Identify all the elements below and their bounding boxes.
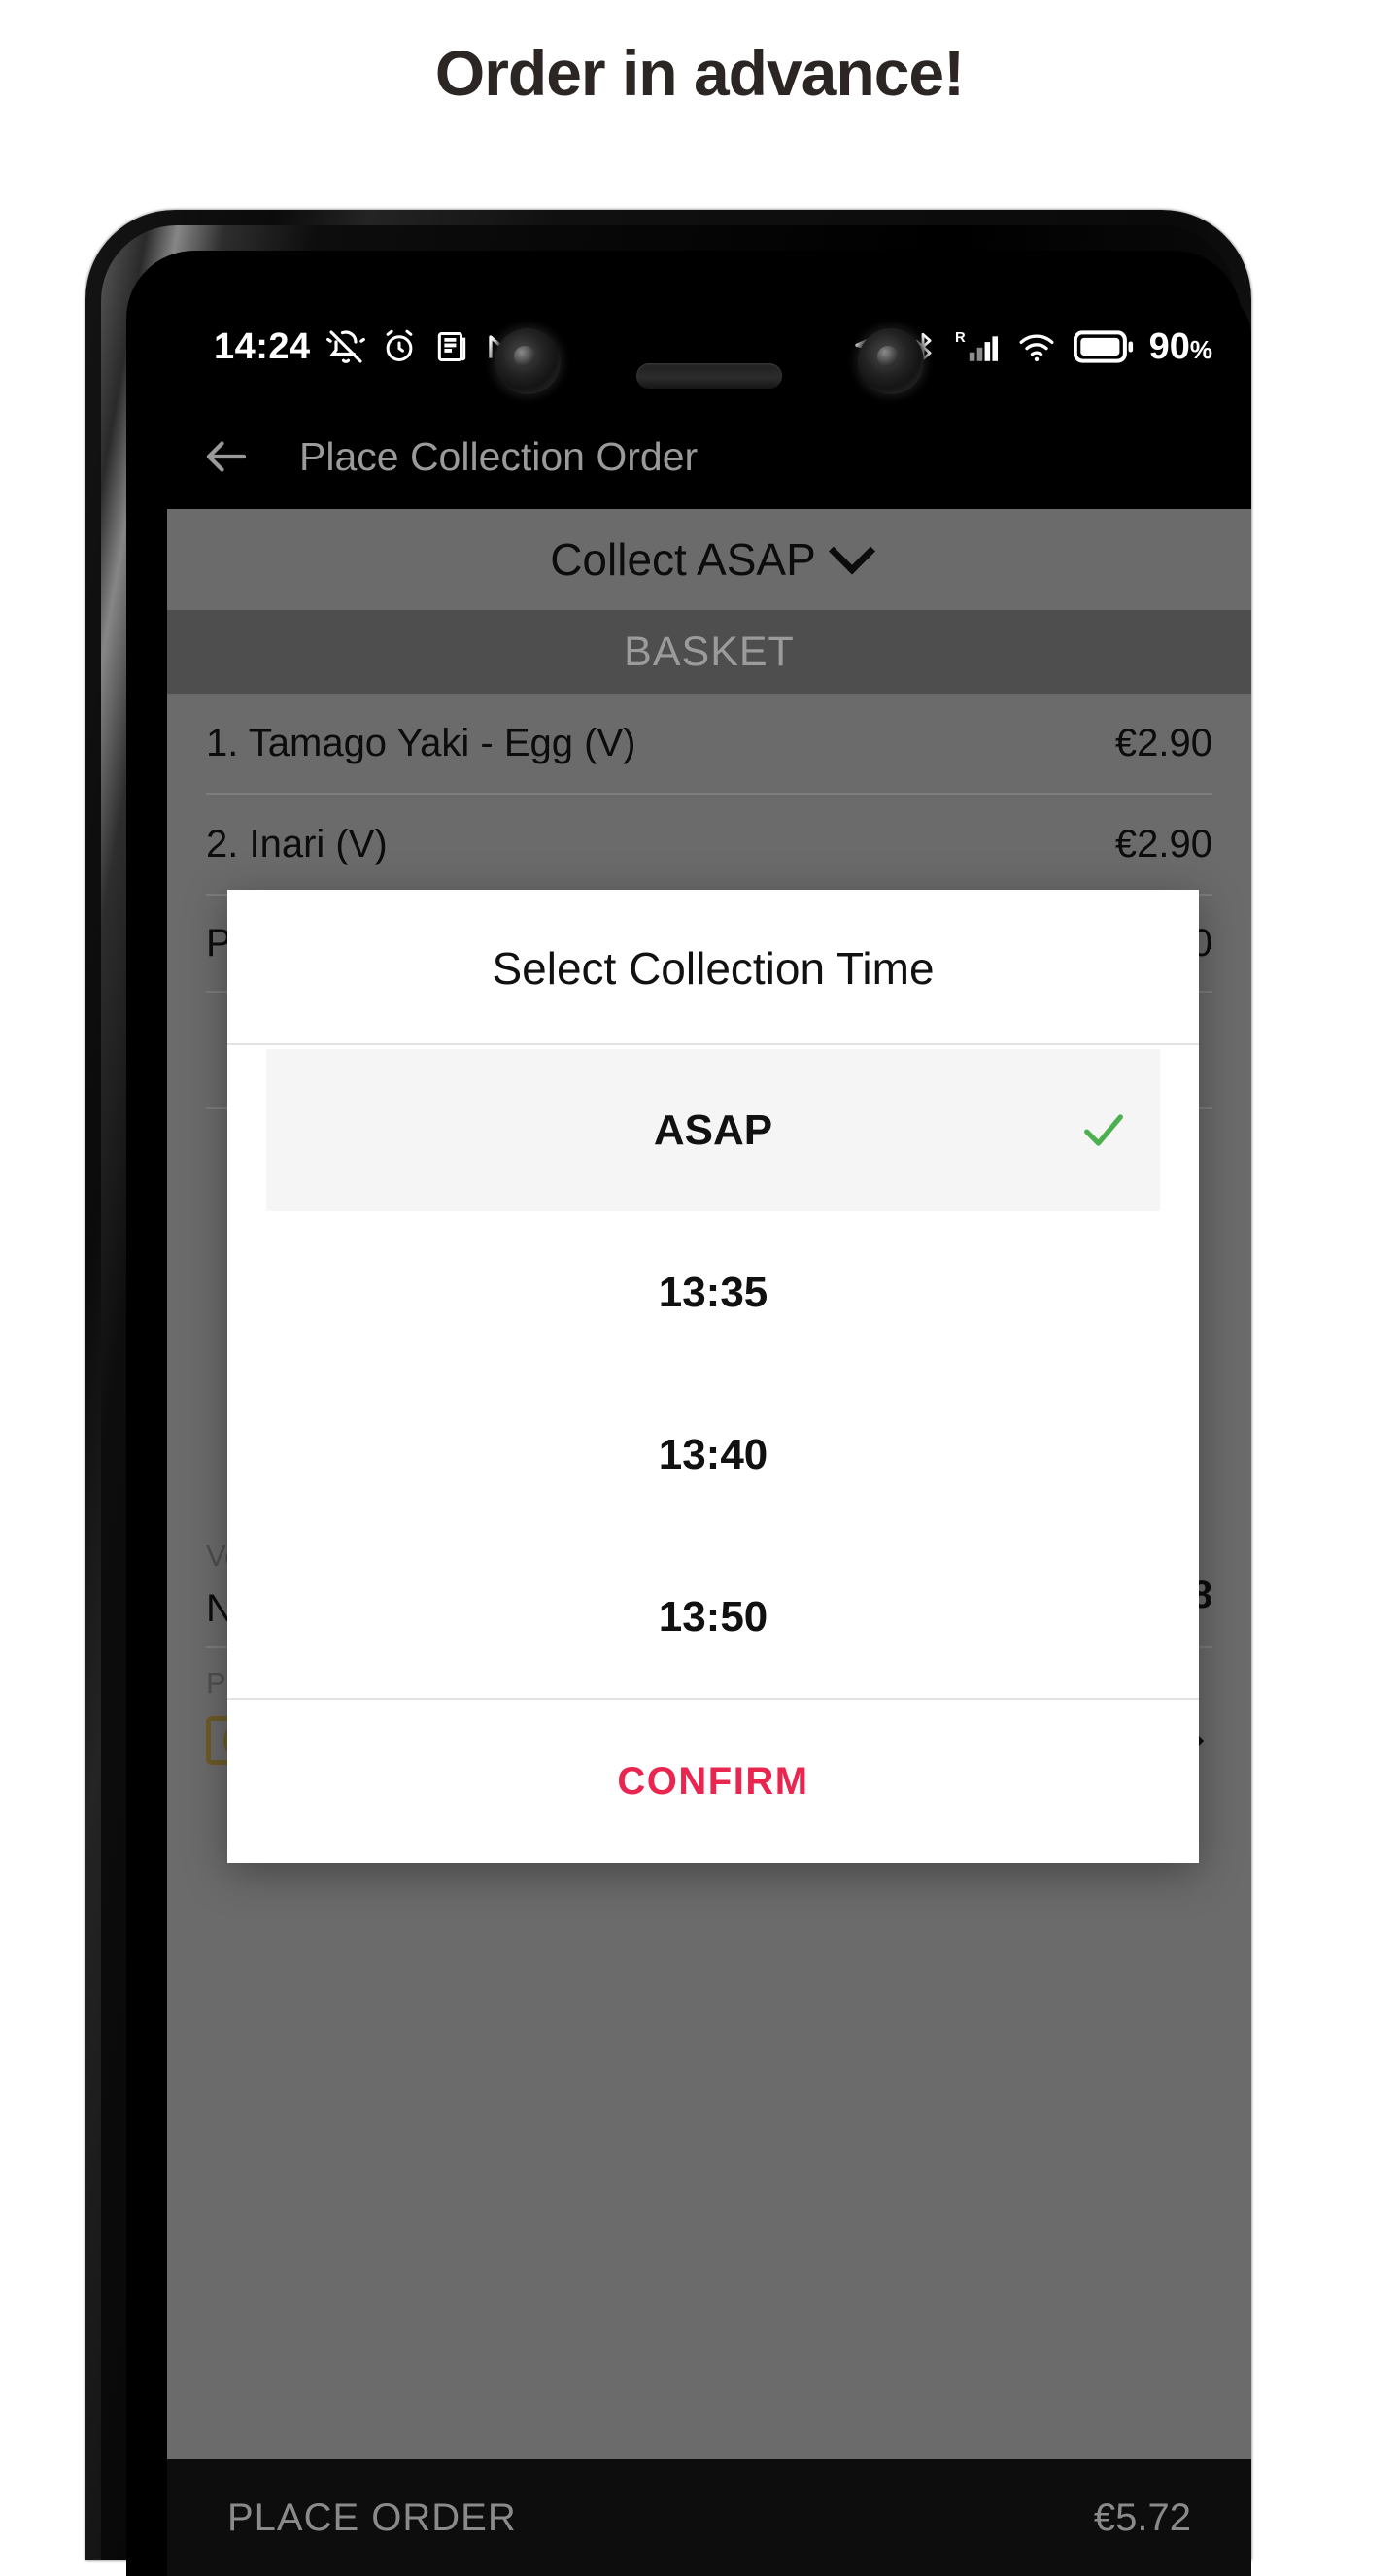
place-order-label: PLACE ORDER [227,2495,517,2539]
app-bar-title: Place Collection Order [299,433,699,479]
hamburger-menu-icon[interactable] [1160,445,1212,469]
time-option-asap[interactable]: ASAP [266,1049,1160,1211]
check-icon [1078,1105,1129,1156]
torn-paper-edge [167,693,1251,704]
time-option-1350[interactable]: 13:50 [266,1536,1160,1698]
time-option-1340[interactable]: 13:40 [266,1373,1160,1536]
bluetooth-icon [906,327,939,366]
basket-item-name: 2. Inari (V) [206,822,388,865]
table-row[interactable]: 2. Inari (V) €2.90 [206,795,1212,896]
time-option-label: 13:40 [658,1430,768,1478]
place-order-total: €5.72 [1093,2495,1191,2539]
table-row[interactable]: 1. Tamago Yaki - Egg (V) €2.90 [206,694,1212,795]
page-title: Order in advance! [434,37,965,109]
time-option-label: ASAP [653,1105,773,1154]
basket-header: BASKET [167,610,1251,704]
collection-time-options: ASAP 13:35 13:40 13:50 [227,1045,1199,1698]
gmail-icon [486,327,525,366]
phone-frame-inner: 14:24 R 90% Place Collection Order Colle… [126,251,1251,2576]
time-option-label: 13:50 [658,1592,768,1641]
confirm-button[interactable]: CONFIRM [617,1760,808,1804]
basket-title: BASKET [624,627,795,675]
collect-time-selector[interactable]: Collect ASAP [167,509,1251,610]
phone-device-mockup: 14:24 R 90% Place Collection Order Colle… [85,210,1314,2576]
status-bar-right: R 90% [852,326,1212,368]
back-button[interactable] [200,430,253,483]
status-bar-clock: 14:24 [214,325,311,367]
battery-percentage: 90% [1148,325,1212,367]
alarm-icon [381,328,418,365]
phone-screen: 14:24 R 90% Place Collection Order Colle… [167,289,1251,2576]
collect-time-label: Collect ASAP [550,534,816,585]
basket-item-price: €2.90 [1114,822,1212,865]
dialog-title: Select Collection Time [227,890,1199,1045]
chevron-down-icon [828,527,875,575]
svg-text:R: R [955,330,966,346]
dialog-footer: CONFIRM [227,1698,1199,1863]
phone-frame-bezel: 14:24 R 90% Place Collection Order Colle… [101,225,1251,2576]
place-order-button[interactable]: PLACE ORDER €5.72 [167,2459,1251,2576]
time-option-label: 13:35 [658,1268,768,1316]
signal-roaming-icon: R [955,327,1000,366]
time-option-1335[interactable]: 13:35 [266,1211,1160,1373]
basket-item-price: €2.90 [1114,721,1212,764]
earpiece-speaker [636,363,782,389]
app-bar: Place Collection Order [167,404,1251,509]
wifi-icon [1015,327,1058,366]
location-arrow-icon [852,327,891,366]
basket-item-name: 1. Tamago Yaki - Egg (V) [206,721,636,764]
select-collection-time-dialog: Select Collection Time ASAP 13:35 13:40 … [227,890,1199,1863]
status-bar-left: 14:24 [214,326,525,368]
phone-frame-outer: 14:24 R 90% Place Collection Order Colle… [85,210,1251,2576]
battery-icon [1073,330,1134,363]
news-article-icon [433,328,470,365]
status-bar: 14:24 R 90% [167,289,1251,404]
notifications-off-icon [325,327,365,366]
